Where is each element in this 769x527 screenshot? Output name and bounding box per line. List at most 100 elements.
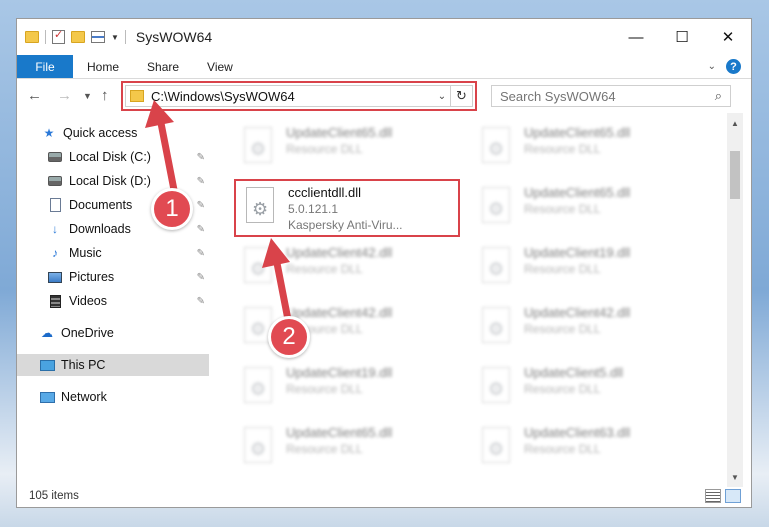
file-item[interactable]: ⚙ UpdateClient5.dll Resource DLL: [472, 361, 698, 419]
maximize-button[interactable]: ☐: [659, 19, 705, 55]
item-count: 105 items: [29, 490, 79, 502]
close-button[interactable]: ✕: [705, 19, 751, 55]
tab-view[interactable]: View: [193, 55, 247, 78]
scrollbar-thumb[interactable]: [730, 151, 740, 199]
dll-file-icon: ⚙: [240, 187, 280, 231]
download-icon: ↓: [52, 222, 58, 236]
file-item[interactable]: ⚙ UpdateClient63.dll Resource DLL: [472, 421, 698, 479]
back-arrow-icon[interactable]: ←: [27, 87, 42, 104]
file-type: Resource DLL: [524, 382, 601, 396]
file-type: Resource DLL: [286, 382, 363, 396]
expand-ribbon-chevron-icon[interactable]: ⌄: [708, 61, 716, 72]
properties-icon[interactable]: [52, 28, 65, 44]
file-item[interactable]: ⚙ UpdateClient65.dll Resource DLL: [472, 181, 698, 239]
quick-access-toolbar: ▼: [17, 28, 126, 44]
pin-icon[interactable]: ✎: [197, 272, 205, 283]
sidebar-item-label: Documents: [69, 198, 133, 212]
file-item[interactable]: ⚙ UpdateClient42.dll Resource DLL: [472, 301, 698, 359]
navigation-bar: ← → ▼ ↑ C:\Windows\SysWOW64 ⌄ ↻ ⌕: [17, 81, 751, 113]
file-name: UpdateClient42.dll: [286, 245, 393, 260]
file-name: UpdateClient65.dll: [286, 125, 393, 140]
sidebar-item-label: Videos: [69, 294, 107, 308]
sidebar-item-onedrive[interactable]: ☁ OneDrive: [17, 322, 209, 344]
help-icon[interactable]: ?: [726, 59, 741, 74]
sidebar-item-this-pc[interactable]: This PC: [17, 354, 209, 376]
file-name: UpdateClient19.dll: [524, 245, 631, 260]
search-box[interactable]: ⌕: [491, 85, 731, 107]
file-name: UpdateClient19.dll: [286, 365, 393, 380]
new-folder-icon[interactable]: [71, 31, 85, 43]
disk-icon: [47, 150, 63, 164]
file-type: Resource DLL: [524, 442, 601, 456]
cloud-icon: ☁: [41, 326, 53, 340]
file-item[interactable]: ⚙ UpdateClient19.dll Resource DLL: [234, 361, 460, 419]
dll-file-icon: ⚙: [238, 427, 278, 471]
scroll-up-icon[interactable]: ▲: [727, 115, 743, 131]
file-type: Resource DLL: [524, 262, 601, 276]
file-item-ccclientdll[interactable]: ⚙ ccclientdll.dll 5.0.121.1 Kaspersky An…: [234, 179, 460, 237]
pin-icon[interactable]: ✎: [197, 200, 205, 211]
file-item[interactable]: ⚙ UpdateClient65.dll Resource DLL: [472, 121, 698, 179]
search-input[interactable]: [500, 88, 715, 104]
file-item[interactable]: ⚙ UpdateClient65.dll Resource DLL: [234, 121, 460, 179]
computer-icon: [39, 358, 55, 372]
file-version: 5.0.121.1: [288, 202, 339, 216]
customize-toolbar-chevron-icon[interactable]: ▼: [111, 33, 119, 42]
sidebar-item-quick-access[interactable]: ★ Quick access: [17, 122, 209, 144]
tab-file[interactable]: File: [17, 55, 73, 78]
dll-file-icon: ⚙: [476, 187, 516, 231]
toolbar-divider: [45, 30, 46, 44]
large-icons-view-icon[interactable]: [725, 489, 741, 503]
vertical-scrollbar[interactable]: ▲ ▼: [727, 113, 743, 487]
sidebar-item-network[interactable]: Network: [17, 386, 209, 408]
dll-file-icon: ⚙: [238, 127, 278, 171]
search-icon[interactable]: ⌕: [715, 88, 722, 104]
file-name: ccclientdll.dll: [288, 185, 361, 200]
sidebar-item-label: Local Disk (C:): [69, 150, 151, 164]
sidebar-item-label: OneDrive: [61, 326, 114, 340]
step-1-badge: 1: [151, 188, 193, 230]
file-name: UpdateClient65.dll: [524, 185, 631, 200]
ribbon-tabs: File Home Share View ⌄ ?: [17, 55, 751, 79]
file-type: Resource DLL: [524, 142, 601, 156]
sidebar-item-label: Downloads: [69, 222, 131, 236]
dll-file-icon: ⚙: [476, 307, 516, 351]
dll-file-icon: ⚙: [476, 127, 516, 171]
toolbar-divider: [124, 30, 126, 44]
pin-icon[interactable]: ✎: [197, 224, 205, 235]
view-icon[interactable]: [91, 31, 105, 43]
forward-arrow-icon[interactable]: →: [57, 87, 72, 104]
minimize-button[interactable]: —: [613, 19, 659, 55]
tab-share[interactable]: Share: [133, 55, 193, 78]
videos-icon: [47, 294, 63, 308]
sidebar-item-music[interactable]: ♪ Music ✎: [17, 242, 209, 264]
details-view-icon[interactable]: [705, 489, 721, 503]
pin-icon[interactable]: ✎: [197, 296, 205, 307]
up-arrow-icon[interactable]: ↑: [101, 87, 109, 104]
sidebar-item-label: Local Disk (D:): [69, 174, 151, 188]
file-name: UpdateClient42.dll: [524, 305, 631, 320]
file-item[interactable]: ⚙ UpdateClient65.dll Resource DLL: [234, 421, 460, 479]
file-item[interactable]: ⚙ UpdateClient42.dll Resource DLL: [234, 241, 460, 299]
file-type: Resource DLL: [524, 202, 601, 216]
file-item[interactable]: ⚙ UpdateClient19.dll Resource DLL: [472, 241, 698, 299]
sidebar-item-local-disk-c[interactable]: Local Disk (C:) ✎: [17, 146, 209, 168]
file-type: Resource DLL: [524, 322, 601, 336]
pin-icon[interactable]: ✎: [197, 248, 205, 259]
file-explorer-window: ▼ SysWOW64 — ☐ ✕ File Home Share View ⌄ …: [16, 18, 752, 508]
tab-home[interactable]: Home: [73, 55, 133, 78]
pin-icon[interactable]: ✎: [197, 152, 205, 163]
folder-icon: [25, 31, 39, 43]
sidebar-item-videos[interactable]: Videos ✎: [17, 290, 209, 312]
recent-locations-chevron-icon[interactable]: ▼: [83, 91, 92, 101]
pin-icon[interactable]: ✎: [197, 176, 205, 187]
dll-file-icon: ⚙: [476, 247, 516, 291]
window-title: SysWOW64: [135, 29, 213, 45]
sidebar-item-pictures[interactable]: Pictures ✎: [17, 266, 209, 288]
scroll-down-icon[interactable]: ▼: [727, 469, 743, 485]
disk-icon: [47, 174, 63, 188]
navigation-pane: ★ Quick access Local Disk (C:) ✎ Local D…: [17, 119, 209, 479]
star-icon: ★: [43, 126, 55, 140]
file-name: UpdateClient5.dll: [524, 365, 624, 380]
dll-file-icon: ⚙: [476, 427, 516, 471]
